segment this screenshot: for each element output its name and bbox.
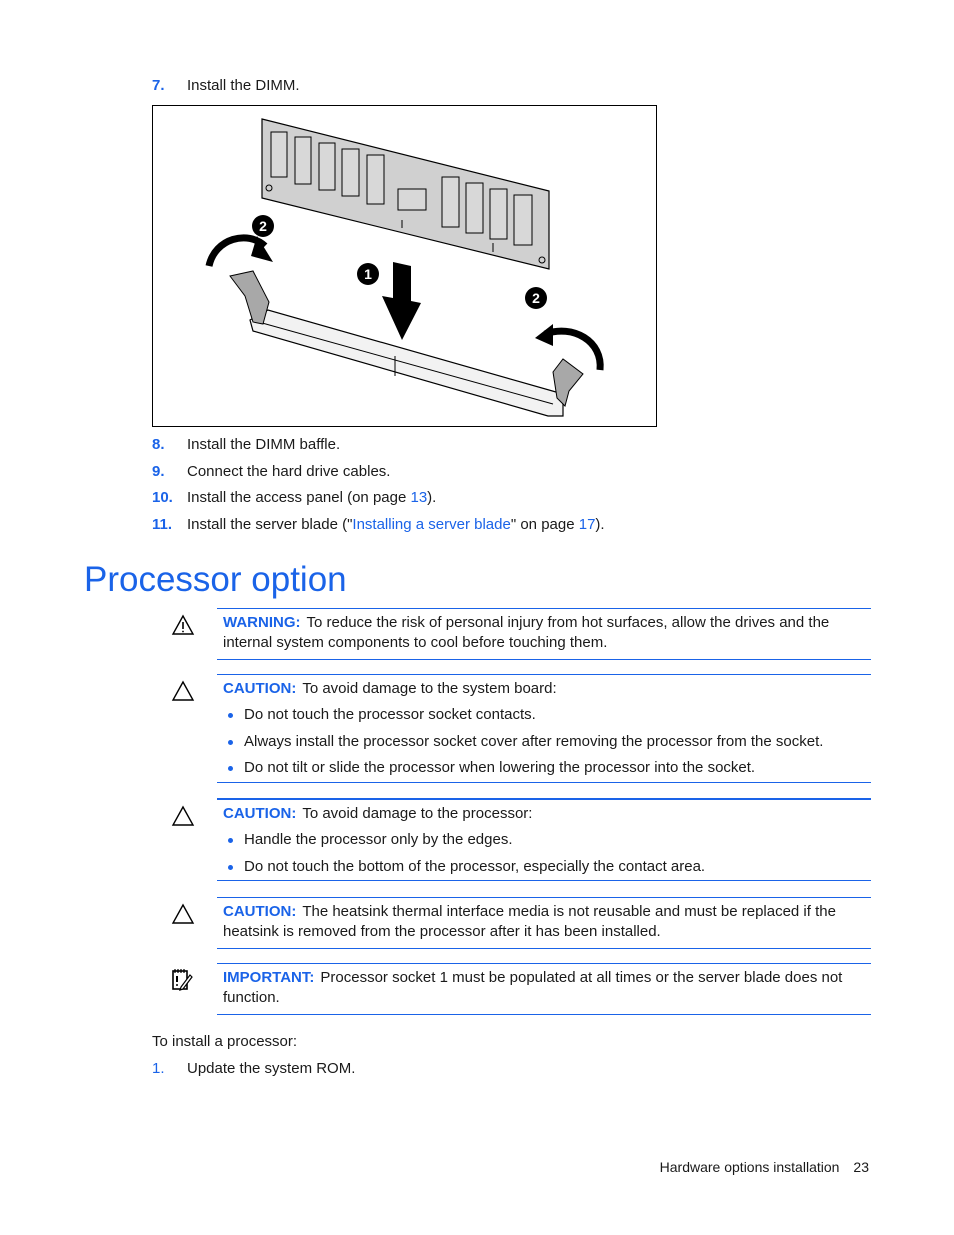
page-footer: Hardware options installation 23 (660, 1159, 869, 1175)
list-item-text: Always install the processor socket cove… (244, 732, 824, 750)
step-text-end: ). (427, 489, 437, 506)
bullet-icon (228, 864, 233, 870)
step-text: Install the access panel (on page (187, 489, 411, 506)
warning-note: WARNING: To reduce the risk of personal i… (217, 608, 871, 660)
caution-note-processor: CAUTION: To avoid damage to the processor… (217, 798, 871, 881)
list-item: Handle the processor only by the edges. (223, 830, 871, 850)
step-9: 9. Connect the hard drive cables. (152, 463, 390, 481)
note-text: To avoid damage to the processor: (302, 805, 533, 822)
list-item-text: Do not touch the bottom of the processor… (244, 857, 706, 875)
caution-note-system-board: CAUTION: To avoid damage to the system bo… (217, 674, 871, 783)
list-item: Do not touch the bottom of the processor… (223, 857, 871, 877)
step-text: Install the DIMM baffle. (187, 436, 341, 453)
note-label: IMPORTANT: (223, 969, 315, 986)
callout-1: 1 (357, 263, 379, 285)
step-text: Install the server blade (" (187, 516, 353, 533)
step-10: 10. Install the access panel (on page 13)… (152, 489, 436, 507)
step-number: 11. (152, 516, 173, 533)
page-link-13[interactable]: 13 (410, 489, 427, 506)
bullet-icon (228, 739, 233, 745)
step-text: Connect the hard drive cables. (187, 463, 391, 480)
list-item-text: Do not tilt or slide the processor when … (244, 759, 756, 776)
step-1: 1. Update the system ROM. (152, 1060, 355, 1078)
footer-section: Hardware options installation (659, 1159, 840, 1175)
step-text: Update the system ROM. (187, 1060, 356, 1077)
callout-2-right: 2 (525, 287, 547, 309)
callout-2-left: 2 (252, 215, 274, 237)
note-text: To reduce the risk of personal injury fr… (223, 614, 830, 651)
note-label: CAUTION: (223, 680, 297, 697)
svg-text:2: 2 (532, 290, 540, 306)
note-label: WARNING: (223, 614, 301, 631)
step-text-end: ). (595, 516, 605, 533)
note-text: Processor socket 1 must be populated at … (223, 969, 843, 1006)
page-number: 23 (853, 1159, 869, 1175)
step-number: 7. (152, 77, 165, 94)
step-text: Install the DIMM. (187, 77, 300, 94)
caution-triangle-icon (171, 680, 195, 701)
list-item-text: Handle the processor only by the edges. (244, 831, 513, 848)
dimm-module (261, 118, 550, 270)
caution-triangle-icon (171, 805, 195, 826)
bullet-list: Handle the processor only by the edges. … (223, 830, 871, 877)
svg-text:1: 1 (364, 266, 372, 282)
step-text-mid: " on page (510, 516, 579, 533)
step-8: 8. Install the DIMM baffle. (152, 436, 340, 454)
step-11: 11. Install the server blade ("Installing… (152, 516, 605, 534)
note-text: To avoid damage to the system board: (302, 680, 557, 697)
step-7: 7. Install the DIMM. (152, 77, 300, 95)
note-label: CAUTION: (223, 805, 297, 822)
list-item: Do not tilt or slide the processor when … (223, 758, 871, 778)
step-number: 1. (152, 1060, 165, 1077)
bullet-list: Do not touch the processor socket contac… (223, 705, 871, 778)
curved-arrow-right-icon (543, 327, 604, 371)
list-item: Do not touch the processor socket contac… (223, 705, 871, 725)
note-label: CAUTION: (223, 903, 297, 920)
caution-note-heatsink: CAUTION: The heatsink thermal interface m… (217, 897, 871, 949)
note-text: The heatsink thermal interface media is … (223, 903, 836, 940)
caution-triangle-icon (171, 903, 195, 924)
bullet-icon (228, 713, 233, 718)
procedure-intro: To install a processor: (152, 1033, 298, 1050)
list-item-text: Do not touch the processor socket contac… (244, 706, 536, 723)
page-link-17[interactable]: 17 (579, 516, 596, 533)
step-number: 9. (152, 463, 165, 480)
important-note: IMPORTANT: Processor socket 1 must be pop… (217, 963, 871, 1015)
bullet-icon (228, 766, 233, 771)
installing-server-blade-link[interactable]: Installing a server blade (352, 516, 510, 533)
warning-triangle-icon (171, 614, 195, 635)
step-number: 10. (152, 489, 173, 506)
dimm-illustration: 1 2 2 (205, 118, 604, 417)
dimm-install-figure: 1 2 2 (152, 105, 657, 427)
svg-text:2: 2 (259, 218, 267, 234)
section-title: Processor option (84, 560, 347, 599)
notepad-pencil-icon (172, 969, 193, 991)
bullet-icon (228, 838, 233, 843)
step-number: 8. (152, 436, 165, 453)
list-item: Always install the processor socket cove… (223, 732, 871, 752)
down-arrow-icon (382, 262, 421, 340)
